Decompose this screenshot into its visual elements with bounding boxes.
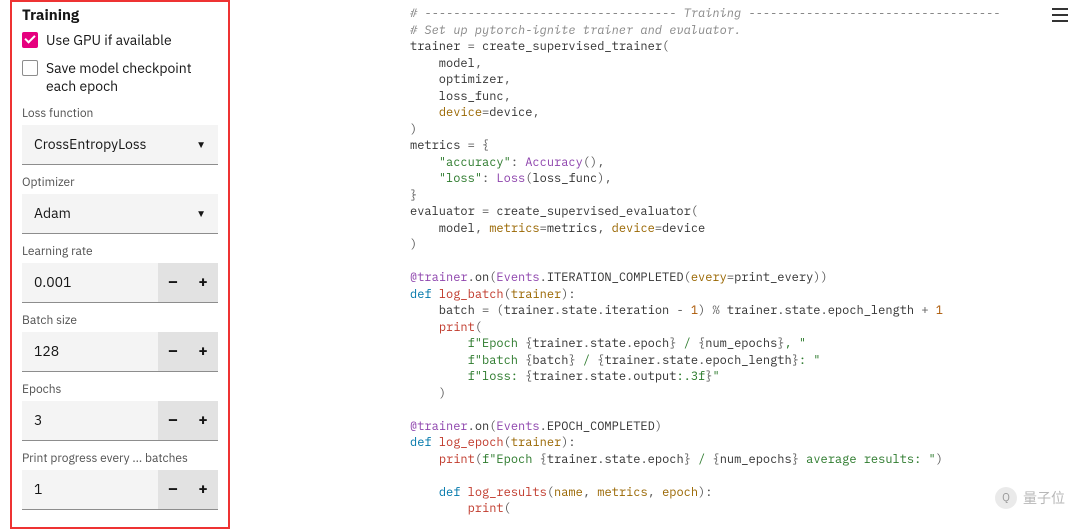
epochs-input[interactable]: 3 [22,401,158,441]
loss-function-value: CrossEntropyLoss [34,135,146,153]
learning-rate-decrement[interactable]: – [158,263,188,303]
code-comment: # ----------------------------------- Tr… [410,6,1000,21]
loss-function-label: Loss function [22,106,218,121]
checkbox-save[interactable] [22,60,38,76]
batch-size-label: Batch size [22,313,218,328]
code-comment: # Set up pytorch-ignite trainer and eval… [410,23,741,38]
batch-size-input[interactable]: 128 [22,332,158,372]
code-editor[interactable]: # ----------------------------------- Tr… [410,0,1060,529]
learning-rate-stepper: 0.001 – + [22,263,218,303]
print-every-stepper: 1 – + [22,470,218,510]
optimizer-value: Adam [34,204,71,222]
epochs-decrement[interactable]: – [158,401,188,441]
checkbox-row-gpu[interactable]: Use GPU if available [22,31,218,49]
checkbox-row-save[interactable]: Save model checkpoint each epoch [22,59,218,95]
watermark: Q 量子位 [995,487,1065,509]
watermark-icon: Q [995,487,1017,509]
chevron-down-icon: ▼ [196,138,206,151]
optimizer-label: Optimizer [22,175,218,190]
print-every-increment[interactable]: + [188,470,218,510]
checkbox-save-label: Save model checkpoint each epoch [46,59,218,95]
learning-rate-input[interactable]: 0.001 [22,263,158,303]
epochs-stepper: 3 – + [22,401,218,441]
section-title: Training [22,6,218,25]
watermark-text: 量子位 [1023,488,1065,508]
print-every-input[interactable]: 1 [22,470,158,510]
checkbox-gpu-label: Use GPU if available [46,31,172,49]
loss-function-select[interactable]: CrossEntropyLoss ▼ [22,125,218,165]
batch-size-stepper: 128 – + [22,332,218,372]
optimizer-select[interactable]: Adam ▼ [22,194,218,234]
print-every-decrement[interactable]: – [158,470,188,510]
training-sidebar: Training Use GPU if available Save model… [10,0,230,529]
epochs-label: Epochs [22,382,218,397]
learning-rate-increment[interactable]: + [188,263,218,303]
chevron-down-icon: ▼ [196,207,206,220]
learning-rate-label: Learning rate [22,244,218,259]
batch-size-decrement[interactable]: – [158,332,188,372]
batch-size-increment[interactable]: + [188,332,218,372]
print-every-label: Print progress every ... batches [22,451,218,466]
checkbox-gpu[interactable] [22,32,38,48]
epochs-increment[interactable]: + [188,401,218,441]
